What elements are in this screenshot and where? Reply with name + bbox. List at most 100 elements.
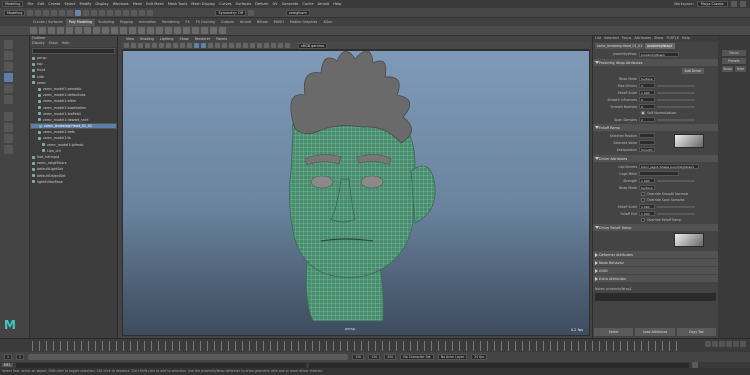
redo-icon[interactable] [59, 9, 66, 16]
shelf-tab-rendering[interactable]: Rendering [159, 19, 182, 26]
lasso-tool-icon[interactable] [4, 51, 13, 60]
command-input[interactable] [15, 362, 306, 368]
extrude-icon[interactable] [156, 27, 163, 34]
fps-dropdown[interactable]: 24 fps [471, 354, 488, 360]
viewport-menu-show[interactable]: Show [180, 37, 189, 41]
section-deformer-attributes[interactable]: Deformer Attributes [593, 251, 718, 258]
range-slider-bar[interactable] [28, 354, 349, 360]
history-icon[interactable] [123, 9, 130, 16]
bookmark-icon[interactable] [138, 43, 143, 48]
override-smooth-checkbox[interactable] [641, 192, 645, 196]
viewport-menu-lighting[interactable]: Lighting [160, 37, 174, 41]
render-settings-icon[interactable] [147, 9, 154, 16]
snap-point-icon[interactable] [107, 9, 114, 16]
wireframe-icon[interactable] [194, 43, 199, 48]
add-driver-button[interactable]: Add Driver [682, 68, 704, 74]
move-tool-icon[interactable] [4, 73, 13, 82]
menu-display[interactable]: Display [95, 2, 108, 6]
3d-viewport[interactable]: persp 0.2 fps [122, 50, 590, 336]
separate-icon[interactable] [120, 27, 127, 34]
play-backward-icon[interactable] [719, 341, 725, 347]
focus-button[interactable]: Focus [722, 50, 746, 56]
ae-menu-list[interactable]: List [595, 36, 601, 42]
shelf-tab-arnold[interactable]: Arnold [237, 19, 254, 26]
select-button[interactable]: Select [594, 328, 634, 336]
menu-help[interactable]: Help [333, 2, 341, 6]
wireframe-on-shaded-icon[interactable] [208, 43, 213, 48]
save-scene-icon[interactable] [43, 9, 50, 16]
menu-set-selector[interactable]: Modeling [2, 1, 24, 7]
poly-cylinder-icon[interactable] [48, 27, 55, 34]
menu-file[interactable]: File [27, 2, 33, 6]
falloff-scale-field[interactable]: 1.000 [639, 90, 655, 95]
ae-menu-selected[interactable]: Selected [604, 36, 619, 42]
snap-grid-icon[interactable] [91, 9, 98, 16]
menu-uv[interactable]: UV [272, 2, 277, 6]
notes-textarea[interactable] [595, 293, 716, 301]
scale-tool-icon[interactable] [4, 95, 13, 104]
graph-layout-icon[interactable] [4, 145, 13, 154]
falloff-end-slider[interactable] [657, 212, 695, 215]
show-button[interactable]: Show [722, 66, 733, 72]
window-minimize-icon[interactable] [731, 1, 737, 7]
smooth-normals-field[interactable]: 0 [639, 104, 655, 109]
max-drivers-slider[interactable] [657, 84, 695, 87]
anim-layer-dropdown[interactable]: No Anim Layer [437, 354, 468, 360]
menu-edit-mesh[interactable]: Edit Mesh [146, 2, 164, 6]
smooth-influences-field[interactable]: 0 [639, 97, 655, 102]
falloff-value-field[interactable] [639, 140, 655, 145]
shelf-tab-xgen[interactable]: XGen [320, 19, 335, 26]
span-samples-slider[interactable] [657, 118, 695, 121]
strength-field[interactable]: 1.000 [639, 178, 655, 183]
max-drivers-field[interactable]: 3 [639, 83, 655, 88]
camera-attributes-icon[interactable] [131, 43, 136, 48]
poly-torus-icon[interactable] [66, 27, 73, 34]
ae-menu-focus[interactable]: Focus [622, 36, 632, 42]
poly-disc-icon[interactable] [84, 27, 91, 34]
menu-cache[interactable]: Cache [302, 2, 313, 6]
camera-select-icon[interactable] [124, 43, 129, 48]
poly-cone-icon[interactable] [57, 27, 64, 34]
window-close-icon[interactable] [740, 1, 746, 7]
motion-blur-icon[interactable] [243, 43, 248, 48]
section-falloff-ramp[interactable]: Falloff Ramp [593, 124, 718, 131]
bridge-icon[interactable] [165, 27, 172, 34]
ae-menu-help[interactable]: Help [682, 36, 690, 42]
outliner-item[interactable]: lightEditorBase [30, 179, 117, 185]
smooth-normals-slider[interactable] [657, 105, 695, 108]
play-forward-icon[interactable] [726, 341, 732, 347]
uv-editor-icon[interactable] [219, 27, 226, 34]
shelf-tab-curves[interactable]: Curves / Surfaces [30, 19, 66, 26]
falloff-ramp-graph[interactable] [674, 134, 704, 148]
grid-icon[interactable] [166, 43, 171, 48]
smooth-icon[interactable] [129, 27, 136, 34]
live-surface-icon[interactable] [248, 9, 254, 16]
mel-toggle[interactable]: MEL [2, 363, 13, 367]
override-falloff-checkbox[interactable] [641, 218, 645, 222]
menu-modify[interactable]: Modify [79, 2, 91, 6]
section-uuid[interactable]: UUID [593, 267, 718, 274]
menu-generate[interactable]: Generate [282, 2, 299, 6]
strength-slider[interactable] [657, 179, 695, 182]
section-node-behavior[interactable]: Node Behavior [593, 259, 718, 266]
presets-button[interactable]: Presets [722, 58, 746, 64]
step-forward-icon[interactable] [733, 341, 739, 347]
ae-menu-show[interactable]: Show [654, 36, 663, 42]
four-view-icon[interactable] [4, 123, 13, 132]
menu-surfaces[interactable]: Surfaces [236, 2, 252, 6]
soft-normalization-checkbox[interactable] [641, 111, 645, 115]
node-name-field[interactable]: proximityWrap1 [639, 51, 679, 57]
step-back-icon[interactable] [712, 341, 718, 347]
anti-aliasing-icon[interactable] [250, 43, 255, 48]
2d-pan-icon[interactable] [152, 43, 157, 48]
shelf-tab-sculpting[interactable]: Sculpting [95, 19, 117, 26]
section-proximity-wrap[interactable]: Proximity Wrap Attributes [593, 59, 718, 66]
ambient-occlusion-icon[interactable] [236, 43, 241, 48]
select-component-icon[interactable] [83, 9, 90, 16]
playback-start-field[interactable]: 1 [16, 354, 25, 360]
paint-select-tool-icon[interactable] [4, 62, 13, 71]
playback-end-field[interactable]: 120 [352, 354, 365, 360]
multi-cut-icon[interactable] [192, 27, 199, 34]
falloff-scale2-slider[interactable] [657, 205, 695, 208]
poly-plane-icon[interactable] [75, 27, 82, 34]
